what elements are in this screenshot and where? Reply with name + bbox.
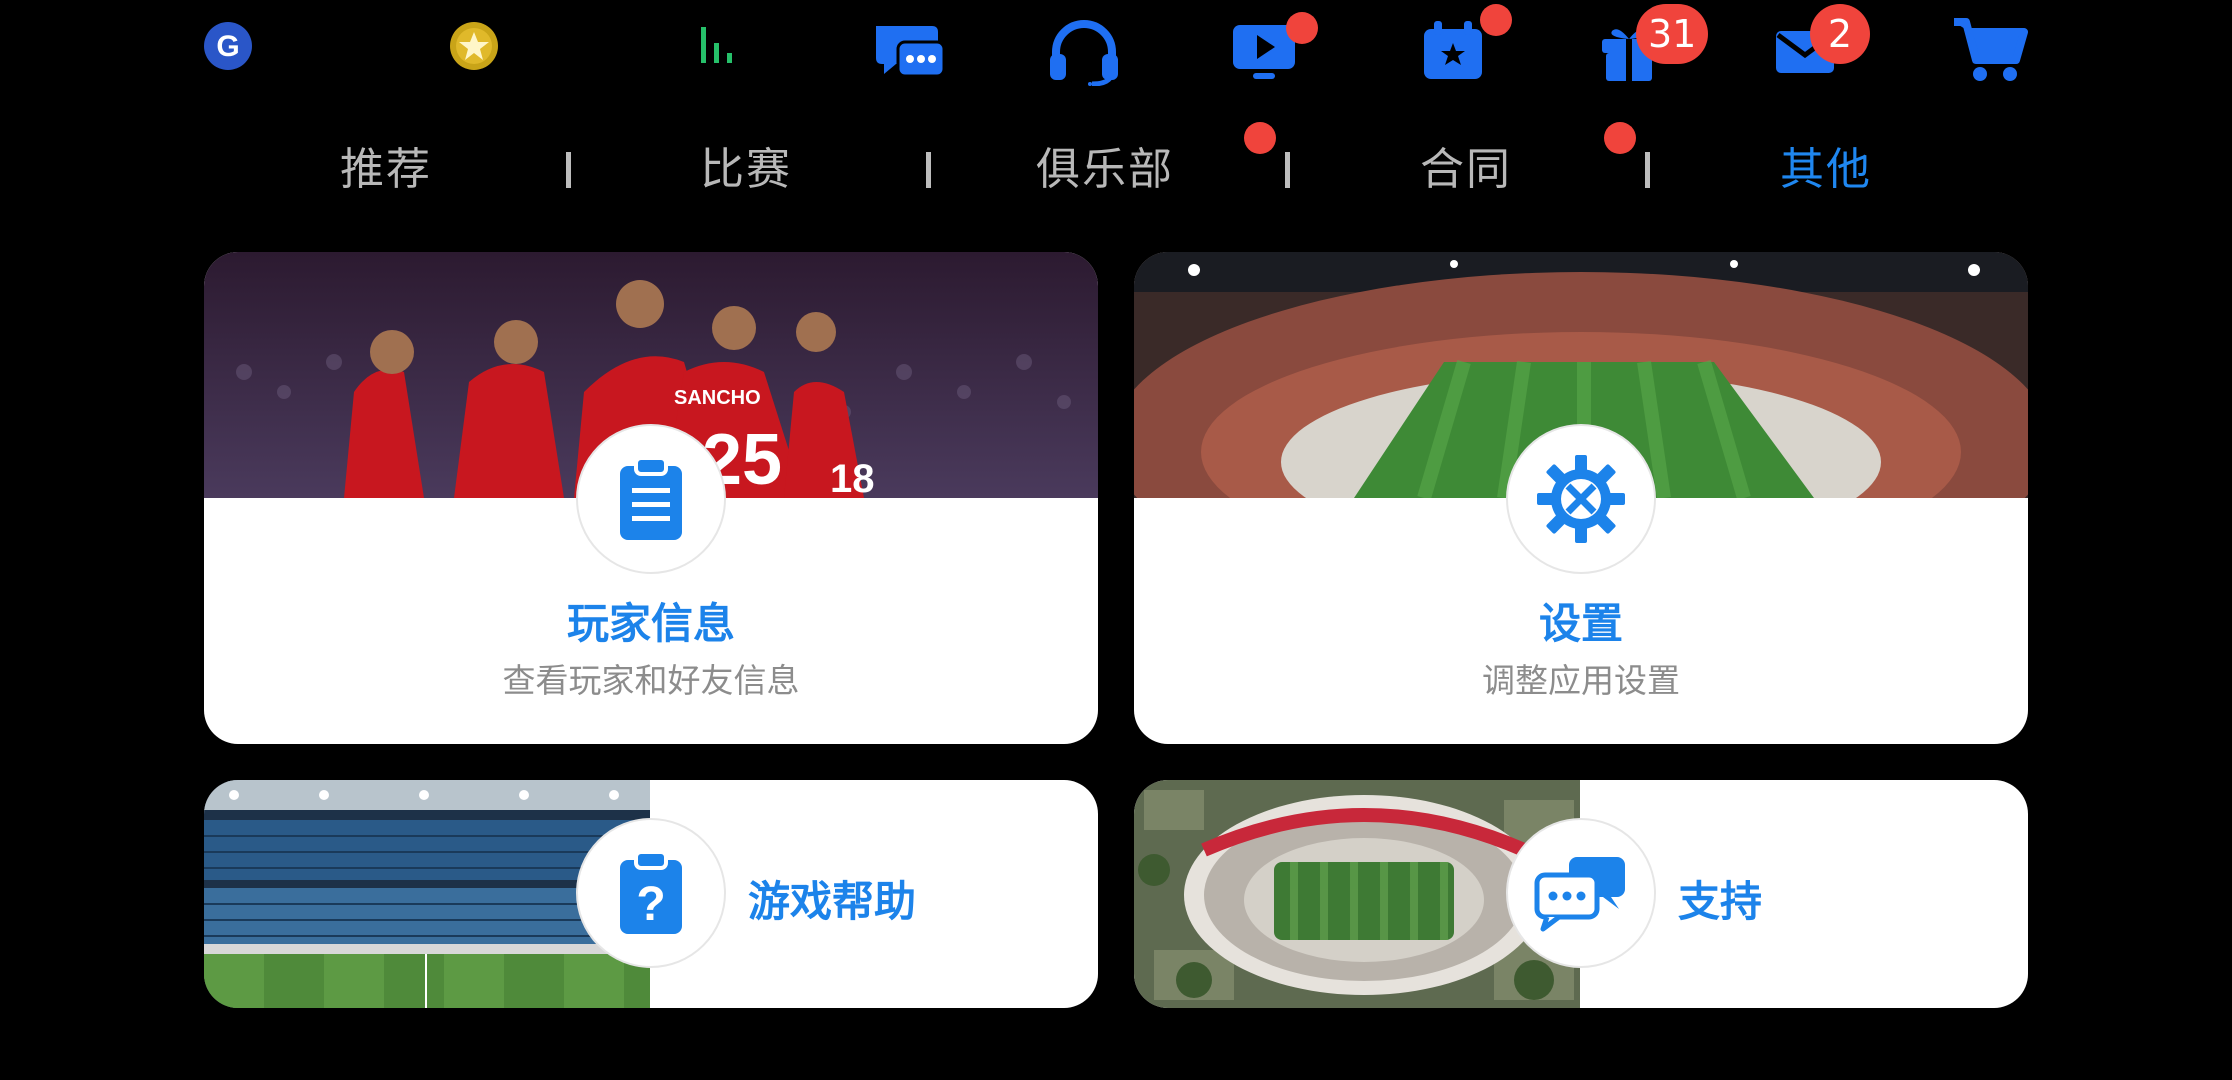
tab-recommended[interactable]: 推荐: [236, 140, 536, 200]
tab-divider: [1285, 152, 1290, 188]
svg-text:SANCHO: SANCHO: [674, 387, 761, 409]
chat-icon[interactable]: [872, 22, 948, 84]
coin-icon[interactable]: [446, 18, 502, 74]
tab-divider: [1645, 152, 1650, 188]
cart-icon[interactable]: [1952, 16, 2028, 86]
player-info-card[interactable]: 25 SANCHO 18 玩家信息 查看玩家和好友信息: [204, 252, 1098, 744]
headset-icon[interactable]: [1046, 20, 1122, 86]
svg-text:G: G: [216, 30, 239, 63]
settings-title: 设置: [1538, 599, 1623, 648]
calendar-icon[interactable]: [1420, 4, 1512, 84]
svg-text:?: ?: [636, 878, 665, 931]
notification-dot: [1604, 122, 1636, 154]
game-help-card[interactable]: ? 游戏帮助: [204, 780, 1098, 1008]
tab-divider: [566, 152, 571, 188]
support-card[interactable]: 支持: [1134, 780, 2028, 1008]
tab-divider: [926, 152, 931, 188]
help-clipboard-icon: ?: [576, 818, 726, 968]
settings-subtitle: 调整应用设置: [1482, 661, 1680, 700]
mail-count-badge: 2: [1810, 4, 1870, 64]
notification-dot: [1244, 122, 1276, 154]
tab-matches[interactable]: 比赛: [596, 140, 896, 200]
svg-text:18: 18: [830, 457, 875, 498]
settings-card[interactable]: 设置 调整应用设置: [1134, 252, 2028, 744]
player-info-title: 玩家信息: [566, 599, 735, 648]
tab-contracts[interactable]: 合同: [1316, 140, 1616, 200]
player-info-subtitle: 查看玩家和好友信息: [502, 661, 800, 700]
google-icon[interactable]: G: [200, 18, 256, 74]
support-title: 支持: [1678, 877, 1763, 926]
clipboard-icon: [576, 424, 726, 574]
game-help-title: 游戏帮助: [748, 877, 917, 926]
tab-other[interactable]: 其他: [1676, 140, 1976, 200]
mail-icon[interactable]: 2: [1772, 4, 1870, 80]
signal-bars-icon[interactable]: [696, 22, 742, 68]
gift-count-badge: 31: [1636, 4, 1709, 64]
video-icon[interactable]: [1228, 12, 1318, 84]
tab-club[interactable]: 俱乐部: [955, 140, 1255, 200]
gift-icon[interactable]: 31: [1596, 4, 1709, 84]
gear-icon: [1506, 424, 1656, 574]
notification-dot: [1480, 4, 1512, 36]
notification-dot: [1286, 12, 1318, 44]
support-chat-icon: [1506, 818, 1656, 968]
